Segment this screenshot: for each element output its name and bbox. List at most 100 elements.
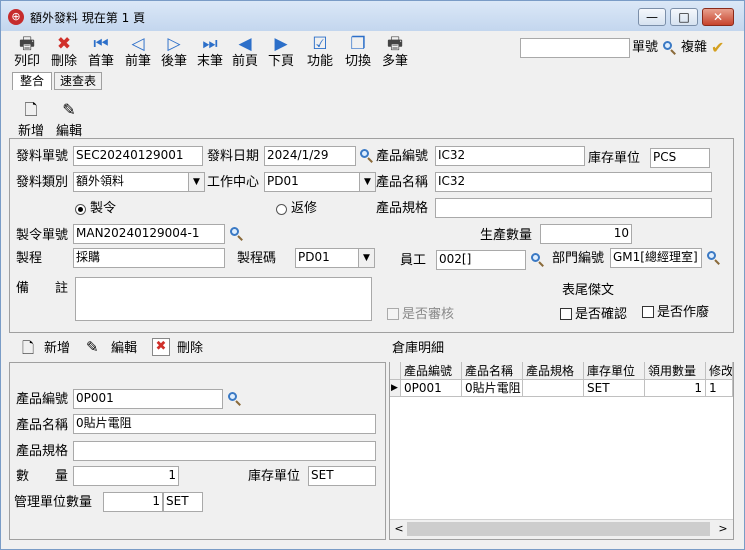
date-picker-icon[interactable] [358,148,374,164]
delete-button[interactable]: ✖ 刪除 [44,34,84,70]
function-button[interactable]: ☑ 功能 [300,34,340,70]
doc-search-input[interactable] [520,38,630,58]
grid-col-unit[interactable]: 庫存單位 [584,362,645,380]
chevron-down-icon[interactable]: ▼ [358,249,374,267]
prod-no-field[interactable]: IC32 [435,146,585,166]
dept-field[interactable]: GM1[總經理室] [610,248,702,268]
radio-rework[interactable] [276,204,287,215]
qty-field[interactable]: 10 [540,224,632,244]
audited-label: 是否審核 [402,307,455,322]
copy-icon[interactable]: ✔ [711,38,731,58]
prev-record-button[interactable]: ◁ 前筆 [118,34,158,70]
copy-label[interactable]: 複雜 [681,39,707,57]
detail-prod-search-icon[interactable] [226,391,242,407]
prod-name-field[interactable]: IC32 [435,172,712,192]
detail-prod-spec-label: 產品規格 [16,444,69,459]
chevron-down-icon[interactable]: ▼ [359,173,375,191]
row-pointer-icon: ▶ [390,380,401,397]
detail-prod-name-field[interactable]: 0貼片電阻 [73,414,376,434]
mo-search-icon[interactable] [228,226,244,242]
table-cell[interactable] [523,380,584,397]
table-cell[interactable]: 0P001 [401,380,462,397]
wc-select[interactable]: PD01 ▼ [264,172,376,192]
grid-col-modify[interactable]: 修改 [706,362,733,380]
detail-edit-button[interactable]: 編輯 [111,340,137,358]
tab-quick-lookup[interactable]: 速查表 [54,72,102,90]
date-field[interactable]: 2024/1/29 [264,146,356,166]
chevron-down-icon[interactable]: ▼ [188,173,204,191]
void-checkbox[interactable] [642,306,654,318]
confirmed-checkbox[interactable] [560,308,572,320]
process-field[interactable]: 採購 [73,248,225,268]
first-record-button[interactable]: ⏮ 首筆 [81,34,121,70]
print-button[interactable]: 🖶 列印 [7,34,47,70]
audited-checkbox[interactable] [387,308,399,320]
emp-field[interactable]: 002[] [436,250,526,270]
first-label: 首筆 [87,54,114,69]
header-new-button[interactable]: 🗋 新增 [14,100,48,139]
unit-field[interactable]: PCS [650,148,710,168]
mo-label: 製令單號 [16,228,69,243]
scroll-thumb[interactable] [407,522,710,536]
last-record-button[interactable]: ⏭ 末筆 [190,34,230,70]
radio-make-order[interactable] [75,204,86,215]
mgmt-unit-field[interactable]: SET [163,492,203,512]
type-select[interactable]: 額外領料 ▼ [73,172,205,192]
window-title: 額外發料 現在第 1 頁 [30,11,146,25]
detail-prod-no-field[interactable]: 0P001 [73,389,223,409]
scroll-right-button[interactable]: > [716,521,730,537]
prev-page-icon: ◀ [238,34,252,54]
switch-button[interactable]: ❐ 切換 [338,34,378,70]
search-icon[interactable] [661,40,677,56]
doc-no-label: 發料單號 [16,149,69,164]
detail-qty-field[interactable]: 1 [73,466,179,486]
detail-unit-field[interactable]: SET [308,466,376,486]
wc-value: PD01 [267,174,299,188]
edit-icon[interactable]: ✎ [86,338,104,358]
last-label: 末筆 [196,54,223,69]
next-record-button[interactable]: ▷ 後筆 [154,34,194,70]
dept-search-icon[interactable] [705,250,721,266]
mgmt-qty-field[interactable]: 1 [103,492,163,512]
grid-col-qty[interactable]: 領用數量 [645,362,706,380]
remark-field[interactable] [75,277,372,321]
scroll-left-button[interactable]: < [392,521,406,537]
next-page-button[interactable]: ▶ 下頁 [261,34,301,70]
prev-page-label: 前頁 [231,54,258,69]
emp-search-icon[interactable] [529,252,545,268]
wc-label: 工作中心 [207,175,260,190]
tab-integrated[interactable]: 整合 [12,72,52,90]
multi-record-icon: 🖶 [386,34,404,54]
delete-label: 刪除 [50,54,77,69]
grid-col-prod-spec[interactable]: 產品規格 [523,362,584,380]
process-code-select[interactable]: PD01 ▼ [295,248,375,268]
header-edit-label: 編輯 [55,124,82,139]
prod-spec-field[interactable] [435,198,712,218]
qty-label: 生產數量 [480,228,533,243]
switch-label: 切換 [344,54,371,69]
footer-label: 表尾傑文 [562,283,615,298]
mgmt-qty-label: 管理單位數量 [14,495,93,510]
doc-no-field[interactable]: SEC20240129001 [73,146,203,166]
grid-col-prod-no[interactable]: 產品編號 [401,362,462,380]
prod-spec-label: 產品規格 [376,201,429,216]
mo-field[interactable]: MAN20240129004-1 [73,224,225,244]
minimize-button[interactable]: — [638,8,666,26]
table-cell[interactable]: SET [584,380,645,397]
header-edit-button[interactable]: ✎ 編輯 [52,100,86,139]
detail-delete-button[interactable]: 刪除 [177,340,203,358]
new-document-icon[interactable]: 🗋 [22,338,40,358]
maximize-button[interactable]: □ [670,8,698,26]
table-cell[interactable]: 1 [706,380,733,397]
detail-prod-spec-field[interactable] [73,441,376,461]
void-label: 是否作廢 [657,305,710,320]
detail-new-button[interactable]: 新增 [44,340,70,358]
delete-icon[interactable]: ✖ [152,338,170,356]
table-cell[interactable]: 0貼片電阻 [462,380,523,397]
detail-prod-no-label: 產品編號 [16,392,69,407]
grid-col-prod-name[interactable]: 產品名稱 [462,362,523,380]
multi-record-button[interactable]: 🖶 多筆 [375,34,415,70]
table-cell[interactable]: 1 [645,380,706,397]
prev-page-button[interactable]: ◀ 前頁 [225,34,265,70]
close-button[interactable]: ✕ [702,8,734,26]
